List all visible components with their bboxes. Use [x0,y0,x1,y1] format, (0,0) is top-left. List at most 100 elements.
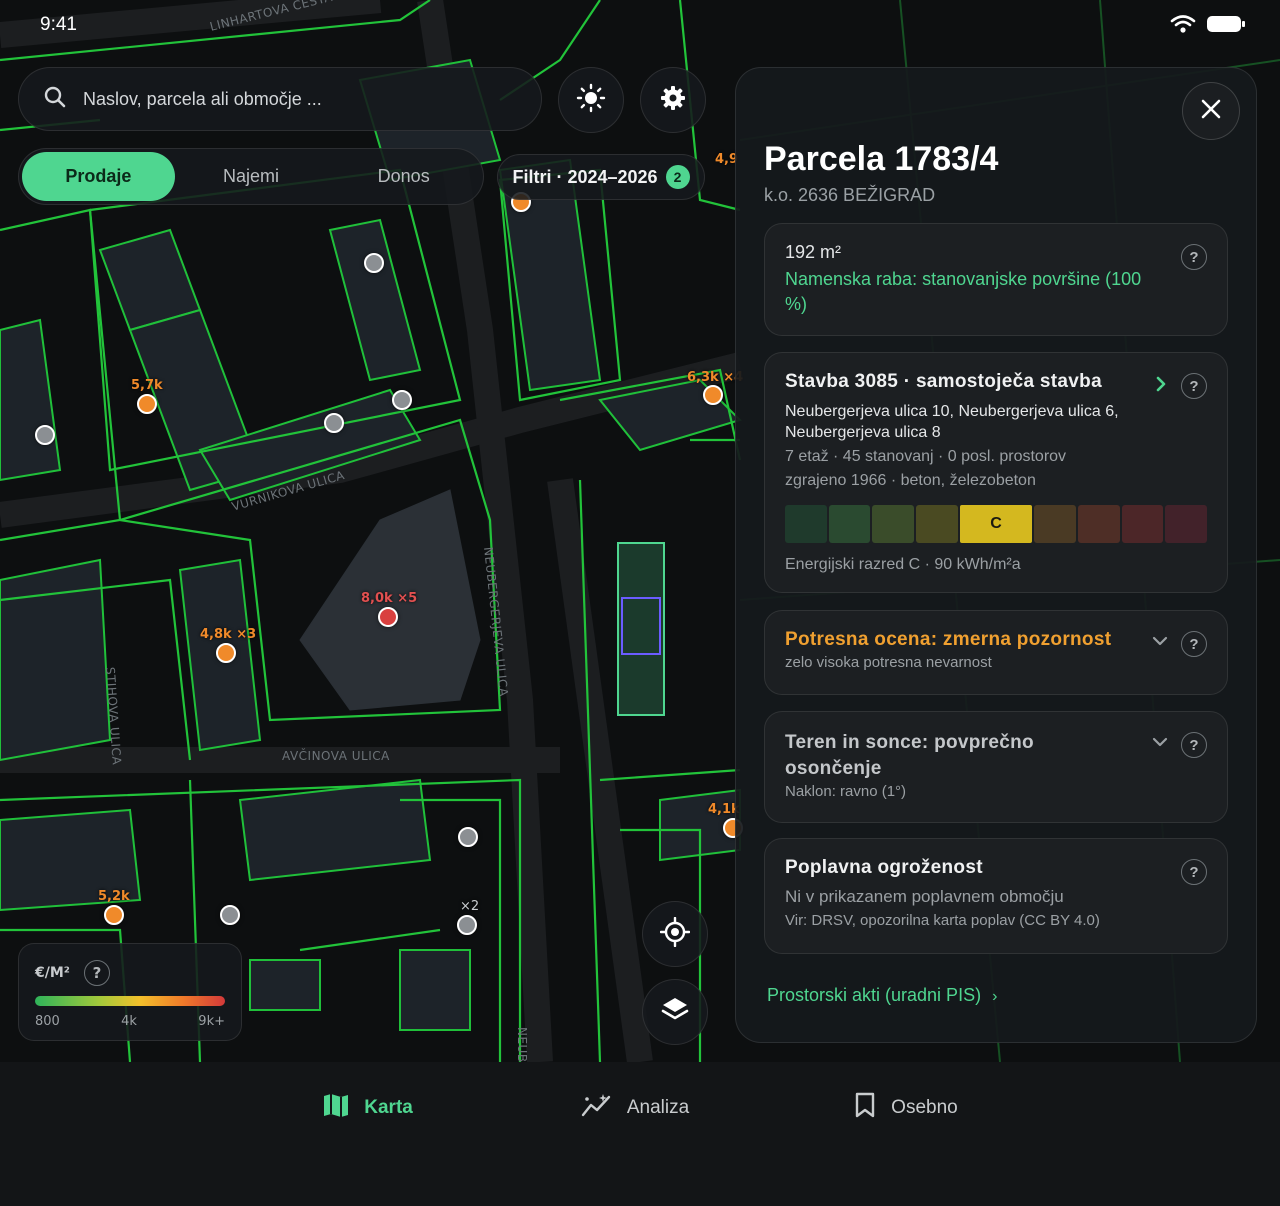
area-card: ? 192 m² Namenska raba: stanovanjske pov… [764,223,1228,336]
nav-label: Karta [364,1097,413,1118]
price-label: 5,2k [98,889,130,904]
terrain-title: Teren in sonce: povprečno osončenje [785,732,1034,779]
tab-donos[interactable]: Donos [327,152,480,201]
building-address: Neubergerjeva ulica 10, Neubergerjeva ul… [785,403,1119,441]
tab-prodaje[interactable]: Prodaje [22,152,175,201]
battery-icon [1206,14,1246,38]
filter-count-badge: 2 [665,165,690,189]
energy-class-segment [828,505,871,543]
status-time: 9:41 [40,14,77,35]
legend-tick: 9k+ [198,1014,225,1029]
sun-icon [576,83,606,117]
legend-tick: 800 [35,1014,60,1029]
theme-button[interactable] [558,67,624,133]
map-icon [322,1091,350,1125]
building-details: 7 etaž · 45 stanovanj · 0 posl. prostoro… [785,448,1067,465]
energy-class-segment [872,505,914,543]
help-icon[interactable]: ? [1181,373,1207,399]
map-pin[interactable] [324,413,344,433]
energy-class-segment [1121,505,1164,543]
legend-tick: 4k [121,1014,137,1029]
gear-icon [659,84,687,116]
price-legend: €/M² ? 800 4k 9k+ [18,943,242,1041]
parcel-area: 192 m² [785,242,842,262]
map-pin[interactable] [364,253,384,273]
bookmark-icon [853,1091,877,1125]
map-pin[interactable] [220,905,240,925]
map-pin[interactable] [216,643,236,663]
map-pin[interactable] [104,905,124,925]
energy-caption: Energijski razred C · 90 kWh/m²a [785,556,1021,573]
energy-class-segment [1078,505,1120,543]
chevron-down-icon[interactable] [1151,734,1169,755]
seismic-title: Potresna ocena: zmerna pozornost [785,629,1112,650]
parcel-panel: Parcela 1783/4 k.o. 2636 BEŽIGRAD ? 192 … [735,67,1257,1043]
help-icon[interactable]: ? [1181,244,1207,270]
chevron-down-icon[interactable] [1151,633,1169,654]
energy-class-segment [915,505,958,543]
map-pin[interactable] [137,394,157,414]
mode-switch[interactable]: Prodaje Najemi Donos [18,148,484,205]
locate-button[interactable] [642,901,708,967]
flood-source: Vir: DRSV, opozorilna karta poplav (CC B… [785,912,1100,929]
map-pin[interactable] [457,915,477,935]
price-label: 5,7k [131,378,163,393]
energy-class-bar: C [785,505,1207,543]
nav-analiza[interactable]: Analiza [581,1062,689,1154]
spatial-acts-link[interactable]: Prostorski akti (uradni PIS) › [767,985,997,1006]
building-construction: zgrajeno 1966 · beton, železobeton [785,472,1036,489]
energy-class-segment [1034,505,1077,543]
close-button[interactable] [1182,82,1240,140]
legend-title: €/M² [35,965,70,981]
analytics-icon [581,1091,613,1125]
search-bar[interactable]: Naslov, parcela ali območje ... [18,67,542,131]
chevron-right-icon[interactable] [1153,375,1169,398]
panel-title: Parcela 1783/4 [764,140,999,178]
building-title: Stavba 3085 · samostoječa stavba [785,371,1102,392]
flood-line: Ni v prikazanem poplavnem območju [785,887,1064,906]
tab-najemi[interactable]: Najemi [175,152,328,201]
map-pin[interactable] [703,385,723,405]
energy-class-segment [1165,505,1207,543]
layers-button[interactable] [642,979,708,1045]
status-icons [1170,14,1246,38]
settings-button[interactable] [640,67,706,133]
search-icon [43,85,67,113]
seismic-card[interactable]: ? Potresna ocena: zmerna pozornost zelo … [764,610,1228,695]
nav-karta[interactable]: Karta [322,1062,413,1154]
help-icon[interactable]: ? [1181,859,1207,885]
flood-card: ? Poplavna ogroženost Ni v prikazanem po… [764,838,1228,954]
legend-gradient [35,996,225,1006]
price-label: 4,8k ×3 [200,627,257,642]
energy-class-segment [785,505,827,543]
search-input[interactable]: Naslov, parcela ali območje ... [83,89,322,110]
seismic-subtitle: zelo visoka potresna nevarnost [785,654,992,671]
bottom-nav: Karta Analiza Osebno [0,1062,1280,1206]
energy-class-active: C [959,505,1033,543]
map-pin[interactable] [35,425,55,445]
nav-label: Osebno [891,1097,958,1118]
help-icon[interactable]: ? [83,960,110,986]
map-pin[interactable] [392,390,412,410]
road-label: NEUBE [515,1027,529,1062]
building-card[interactable]: ? Stavba 3085 · samostoječa stavba Neube… [764,352,1228,593]
help-icon[interactable]: ? [1181,732,1207,758]
layers-icon [660,995,690,1029]
terrain-card[interactable]: ? Teren in sonce: povprečno osončenje Na… [764,711,1228,823]
road-label: AVČINOVA ULICA [282,749,390,763]
price-label: 8,0k ×5 [361,591,418,606]
map-pin[interactable] [458,827,478,847]
terrain-subtitle: Naklon: ravno (1°) [785,783,907,800]
price-label: ×2 [460,899,480,914]
help-icon[interactable]: ? [1181,631,1207,657]
filter-button[interactable]: Filtri · 2024–2026 2 [497,154,705,200]
filter-label: Filtri · 2024–2026 [512,166,658,187]
spatial-acts-label: Prostorski akti (uradni PIS) [767,985,982,1005]
flood-title: Poplavna ogroženost [785,857,983,878]
nav-label: Analiza [626,1097,690,1118]
close-icon [1200,98,1222,124]
panel-subtitle: k.o. 2636 BEŽIGRAD [764,185,936,205]
nav-osebno[interactable]: Osebno [853,1062,958,1154]
map-pin[interactable] [378,607,398,627]
link-arrow: › [992,988,998,1005]
